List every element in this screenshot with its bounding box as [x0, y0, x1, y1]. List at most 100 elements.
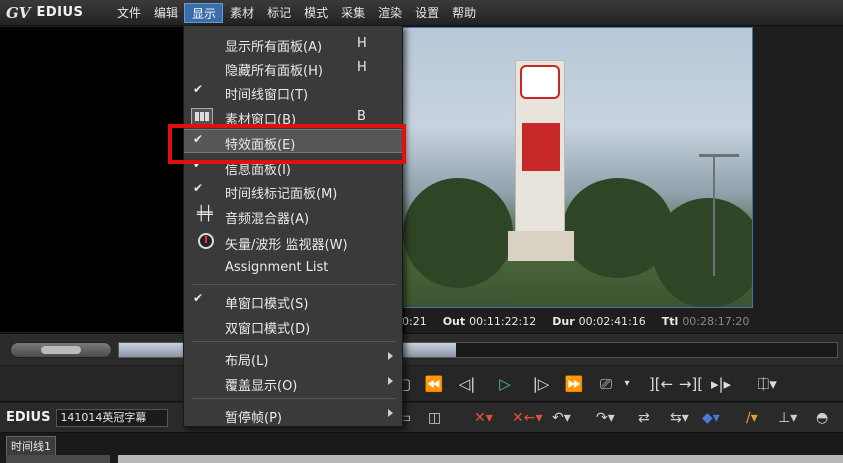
- menu-item-label: Assignment List: [225, 260, 329, 275]
- sign-price-panel: [522, 123, 560, 171]
- menu-item-show-all-panels[interactable]: 显示所有面板(A) H: [184, 32, 402, 56]
- delete-icon[interactable]: ✕▾: [474, 406, 493, 430]
- timeline-ruler[interactable]: [118, 455, 843, 463]
- menu-file[interactable]: 文件: [110, 3, 147, 23]
- chevron-down-icon[interactable]: ▾: [622, 372, 632, 396]
- out-label: Out: [442, 314, 466, 328]
- menu-marker[interactable]: 标记: [260, 3, 297, 23]
- dur-label: Dur: [552, 314, 575, 328]
- menu-item-freeze-frame[interactable]: 暂停帧(P): [184, 403, 402, 427]
- tree-shape: [403, 178, 513, 288]
- step-forward-icon[interactable]: |▷: [530, 372, 552, 396]
- menu-separator: [192, 341, 396, 342]
- undo-icon[interactable]: ↶▾: [552, 406, 571, 430]
- street-lamp: [713, 156, 715, 276]
- track-header-strip: [6, 455, 110, 463]
- step-back-icon[interactable]: ◁|: [456, 372, 478, 396]
- redo-icon[interactable]: ↷▾: [596, 406, 615, 430]
- menu-item-hide-all-panels[interactable]: 隐藏所有面板(H) H: [184, 56, 402, 80]
- menu-help[interactable]: 帮助: [445, 3, 482, 23]
- jog-knob[interactable]: [41, 346, 81, 354]
- gv-logo-icon: GV: [6, 3, 31, 22]
- gas-station-sign: [508, 60, 574, 261]
- submenu-arrow-icon: [388, 409, 393, 417]
- menu-item-label: 覆盖显示(O): [225, 379, 298, 394]
- mark-in-icon[interactable]: ][←: [648, 372, 674, 396]
- timeline-area: 时间线1: [0, 433, 843, 463]
- total-timecode: 00:28:17:20: [682, 314, 750, 328]
- menu-item-label: 矢量/波形 监视器(W): [225, 238, 348, 253]
- sign-logo: [520, 65, 560, 99]
- duration-timecode: 00:02:41:16: [578, 314, 646, 328]
- menu-separator: [192, 398, 396, 399]
- toolbar-logo: EDIUS: [6, 410, 51, 425]
- menu-settings[interactable]: 设置: [408, 3, 445, 23]
- mark-out-icon[interactable]: →][: [678, 372, 704, 396]
- video-preview[interactable]: [402, 27, 753, 308]
- submenu-arrow-icon: [388, 377, 393, 385]
- app-logo-text: EDIUS: [36, 5, 84, 20]
- street-lamp-arm: [699, 154, 739, 157]
- view-menu-dropdown: 显示所有面板(A) H 隐藏所有面板(H) H ✔ 时间线窗口(T) 素材窗口(…: [183, 25, 403, 427]
- audio-mixer-icon: ╪╪: [197, 206, 213, 222]
- out-timecode: 00:11:22:12: [469, 314, 537, 328]
- jog-slider[interactable]: [10, 342, 112, 358]
- rewind-icon[interactable]: ⏪: [422, 372, 446, 396]
- menu-item-label: 暂停帧(P): [225, 411, 282, 426]
- menu-mode[interactable]: 模式: [297, 3, 334, 23]
- scrub-row: [0, 333, 843, 365]
- check-icon: ✔: [193, 181, 204, 195]
- marker-icon[interactable]: ◆▾: [702, 406, 720, 430]
- menu-item-timeline-window[interactable]: ✔ 时间线窗口(T): [184, 80, 402, 104]
- menu-item-assignment-list[interactable]: Assignment List: [184, 256, 402, 280]
- submenu-arrow-icon: [388, 352, 393, 360]
- menu-item-label: 单窗口模式(S): [225, 297, 309, 312]
- menu-item-vectorscope[interactable]: 矢量/波形 监视器(W): [184, 230, 402, 254]
- menu-edit[interactable]: 编辑: [147, 3, 184, 23]
- shortcut-label: H: [357, 60, 367, 75]
- razor-icon[interactable]: ∕▾: [746, 406, 758, 430]
- menu-item-overlay[interactable]: 覆盖显示(O): [184, 371, 402, 395]
- timecode-bar: 0:21 Out 00:11:22:12 Dur 00:02:41:16 Ttl…: [402, 310, 843, 332]
- sync-icon[interactable]: ⇄: [638, 406, 650, 430]
- menu-separator: [192, 284, 396, 285]
- shortcut-label: B: [357, 109, 366, 124]
- fast-forward-icon[interactable]: ⏩: [562, 372, 586, 396]
- save-icon[interactable]: ◫: [428, 406, 441, 430]
- menu-item-label: 双窗口模式(D): [225, 322, 311, 337]
- tree-shape: [653, 198, 752, 307]
- ripple-delete-icon[interactable]: ✕←▾: [512, 406, 543, 430]
- highlight-annotation: [168, 124, 406, 164]
- menu-item-layout[interactable]: 布局(L): [184, 346, 402, 370]
- ttl-label: Ttl: [661, 314, 679, 328]
- shortcut-label: H: [357, 36, 367, 51]
- project-name-field[interactable]: 141014英冠字幕: [56, 408, 169, 427]
- menu-item-single-window-mode[interactable]: ✔ 单窗口模式(S): [184, 289, 402, 313]
- menu-item-label: 布局(L): [225, 354, 269, 369]
- menu-item-label: 时间线标记面板(M): [225, 187, 338, 202]
- loop-icon[interactable]: ⎚: [596, 372, 616, 396]
- menu-clip[interactable]: 素材: [223, 3, 260, 23]
- menu-item-label: 显示所有面板(A): [225, 40, 323, 55]
- menu-view[interactable]: 显示: [184, 2, 224, 23]
- overlay-icon[interactable]: ◓: [816, 406, 828, 430]
- insert-mode-icon[interactable]: ⎅▾: [756, 372, 778, 396]
- menu-item-dual-window-mode[interactable]: 双窗口模式(D): [184, 314, 402, 338]
- sign-base: [508, 231, 574, 261]
- timecode-current: 0:21: [402, 314, 427, 328]
- menu-item-label: 音频混合器(A): [225, 212, 310, 227]
- transport-controls: ▢ ⏪ ◁| ▷ |▷ ⏩ ⎚ ▾ ][← →][ ▸|▸ ⎅▾: [0, 366, 843, 402]
- menu-item-timeline-marker-panel[interactable]: ✔ 时间线标记面板(M): [184, 179, 402, 203]
- link-icon[interactable]: ⇆▾: [670, 406, 689, 430]
- vectorscope-icon: [198, 233, 214, 249]
- play-icon[interactable]: ▷: [494, 372, 516, 396]
- menu-bar: GV EDIUS 文件 编辑 显示 素材 标记 模式 采集 渲染 设置 帮助: [0, 0, 843, 26]
- check-icon: ✔: [193, 291, 204, 305]
- trim-icon[interactable]: ⊥▾: [778, 406, 797, 430]
- menu-item-audio-mixer[interactable]: ╪╪ 音频混合器(A): [184, 204, 402, 228]
- menu-capture[interactable]: 采集: [334, 3, 371, 23]
- bin-window-icon: [191, 108, 213, 125]
- tab-timeline-1[interactable]: 时间线1: [6, 436, 56, 456]
- menu-render[interactable]: 渲染: [371, 3, 408, 23]
- split-icon[interactable]: ▸|▸: [708, 372, 734, 396]
